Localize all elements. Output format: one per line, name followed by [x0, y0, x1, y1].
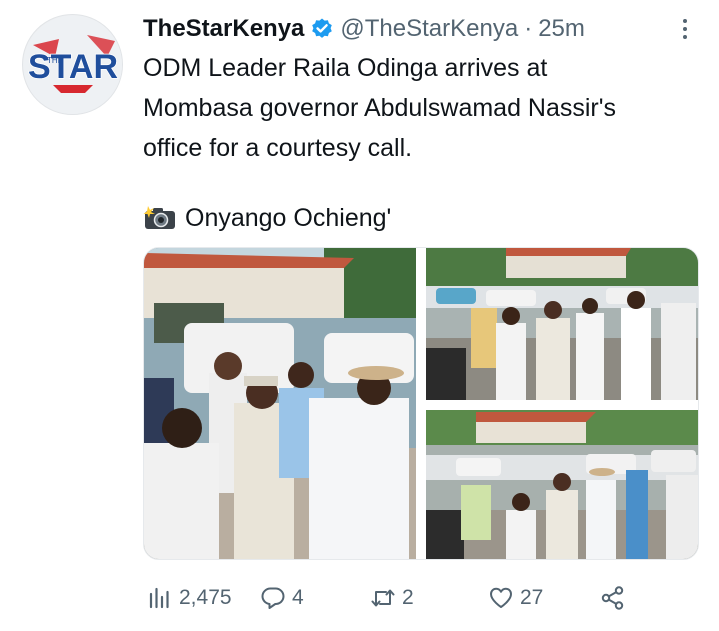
like-button[interactable]: 27: [488, 578, 543, 618]
media-grid: [143, 247, 699, 560]
display-name[interactable]: TheStarKenya: [143, 15, 304, 43]
separator-dot: ·: [524, 15, 533, 42]
author-handle[interactable]: @TheStarKenya: [340, 15, 518, 43]
avatar[interactable]: STAR THE: [22, 14, 123, 115]
camera-flash-icon: [143, 206, 175, 229]
tweet-text-line: ODM Leader Raila Odinga arrives at: [143, 54, 548, 82]
tweet-timestamp[interactable]: 25m: [538, 15, 585, 43]
heart-icon: [490, 587, 512, 608]
tweet-photo[interactable]: [426, 410, 698, 559]
tweet-photo[interactable]: [144, 248, 416, 559]
share-nodes-icon: [601, 586, 624, 610]
more-options-icon[interactable]: [671, 12, 699, 46]
tweet-header: TheStarKenya @TheStarKenya · 25m: [143, 12, 699, 46]
tweet-text: ODM Leader Raila Odinga arrives at Momba…: [143, 48, 699, 168]
verified-badge-icon: [312, 18, 333, 38]
analytics-bars-icon: [149, 587, 169, 609]
reply-bubble-icon: [261, 587, 285, 609]
retweet-icon: [371, 589, 395, 607]
photo-credit: Onyango Ochieng': [143, 200, 391, 236]
views-count: 2,475: [179, 586, 232, 609]
svg-text:THE: THE: [47, 56, 63, 65]
photo-credit-name: Onyango Ochieng': [185, 203, 392, 232]
the-star-logo: STAR THE: [23, 15, 122, 114]
retweet-button[interactable]: 2: [370, 578, 414, 618]
tweet-action-bar: 2,475 4 2 27: [143, 578, 699, 618]
reply-button[interactable]: 4: [260, 578, 304, 618]
share-button[interactable]: [600, 578, 626, 618]
views-button[interactable]: 2,475: [147, 578, 232, 618]
tweet-photo[interactable]: [426, 248, 698, 400]
reply-count: 4: [292, 586, 304, 609]
tweet-text-line: office for a courtesy call.: [143, 134, 413, 162]
retweet-count: 2: [402, 586, 414, 609]
svg-text:STAR: STAR: [28, 48, 118, 86]
tweet-text-line: Mombasa governor Abdulswamad Nassir's: [143, 94, 617, 122]
like-count: 27: [520, 586, 544, 609]
